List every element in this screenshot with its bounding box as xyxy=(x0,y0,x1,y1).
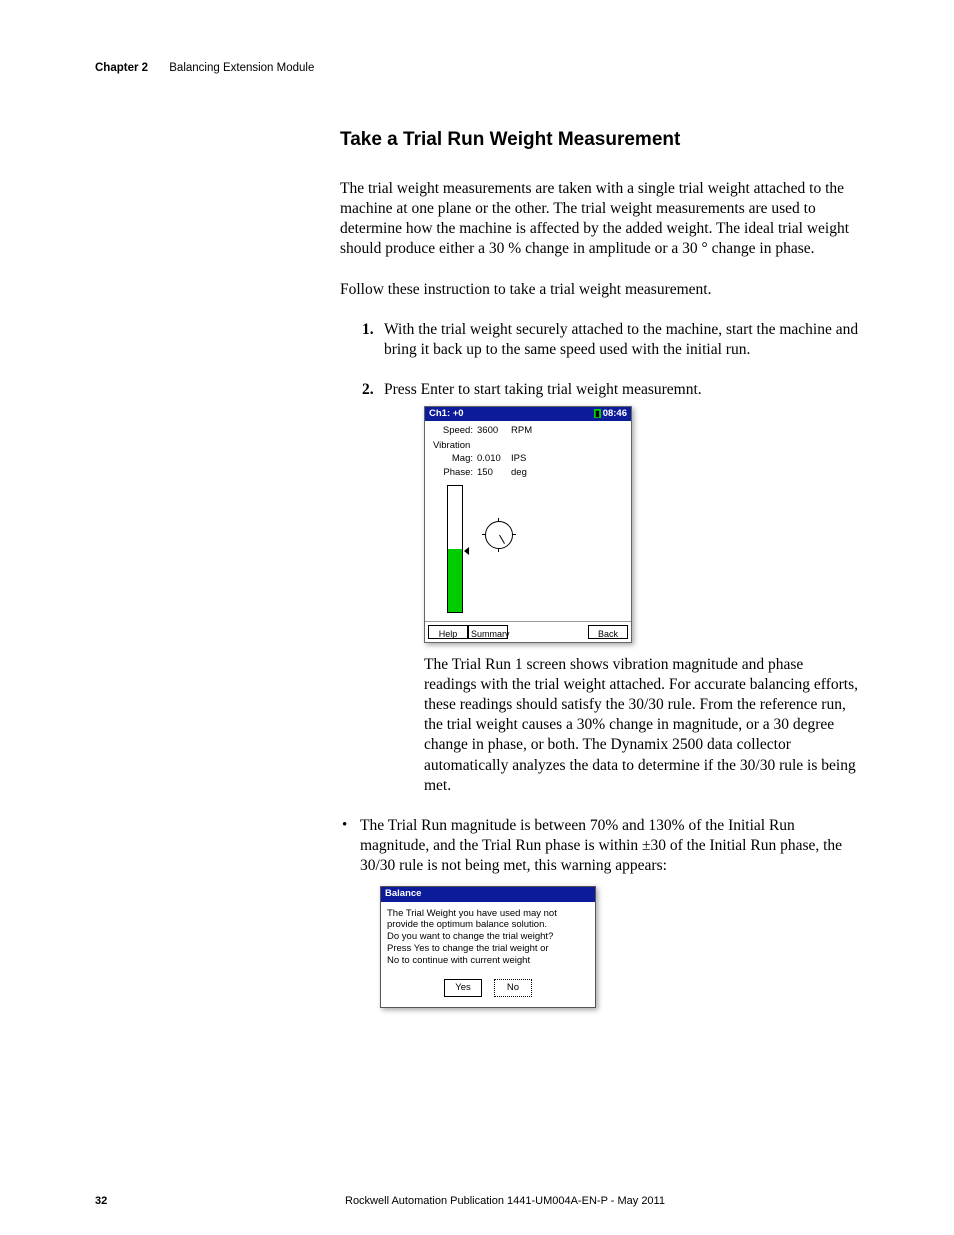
magnitude-bar-fill xyxy=(448,549,462,612)
bullet-item: • The Trial Run magnitude is between 70%… xyxy=(360,816,859,1008)
chapter-label: Chapter 2 xyxy=(95,62,148,74)
step-text: Press Enter to start taking trial weight… xyxy=(384,381,702,398)
intro-paragraph: The trial weight measurements are taken … xyxy=(340,179,859,260)
mag-value: 0.010 xyxy=(477,453,511,465)
mag-unit: IPS xyxy=(511,453,541,465)
window-titlebar: Ch1: +0 ▮08:46 xyxy=(425,407,631,421)
dialog-body: The Trial Weight you have used may not p… xyxy=(381,902,595,969)
step-number: 1. xyxy=(362,320,374,340)
trial-run-description: The Trial Run 1 screen shows vibration m… xyxy=(424,655,859,796)
body-content: The trial weight measurements are taken … xyxy=(340,179,859,796)
readings-area: Speed: 3600 RPM Vibration Mag: 0.010 IPS… xyxy=(425,421,631,620)
softkey-bar: Help Summary Back xyxy=(425,621,631,642)
dialog-button-row: Yes No xyxy=(381,969,595,1007)
summary-button[interactable]: Summary xyxy=(468,625,508,639)
device-screenshot-trial-run: Ch1: +0 ▮08:46 Speed: 3600 RPM Vibration xyxy=(424,406,632,643)
vibration-label: Vibration xyxy=(433,440,625,452)
speed-unit: RPM xyxy=(511,425,541,437)
section-heading: Take a Trial Run Weight Measurement xyxy=(340,129,859,151)
step-number: 2. xyxy=(362,380,374,400)
titlebar-time: ▮08:46 xyxy=(594,408,627,420)
titlebar-left: Ch1: +0 xyxy=(429,408,464,420)
chapter-title: Balancing Extension Module xyxy=(169,62,314,74)
speed-label: Speed: xyxy=(431,425,477,437)
back-button[interactable]: Back xyxy=(588,625,628,639)
step-1: 1. With the trial weight securely attach… xyxy=(362,320,859,360)
help-button[interactable]: Help xyxy=(428,625,468,639)
yes-button[interactable]: Yes xyxy=(444,979,482,997)
step-list: 1. With the trial weight securely attach… xyxy=(340,320,859,796)
phase-polar-plot xyxy=(485,521,513,549)
battery-icon: ▮ xyxy=(594,409,600,418)
speed-value: 3600 xyxy=(477,425,511,437)
step-text: With the trial weight securely attached … xyxy=(384,321,858,358)
plot-area xyxy=(431,483,625,617)
phase-label: Phase: xyxy=(431,467,477,479)
phase-unit: deg xyxy=(511,467,541,479)
balance-warning-dialog: Balance The Trial Weight you have used m… xyxy=(380,886,596,1008)
publication-info: Rockwell Automation Publication 1441-UM0… xyxy=(345,1195,859,1207)
bullet-text: The Trial Run magnitude is between 70% a… xyxy=(360,817,842,874)
magnitude-bar xyxy=(447,485,463,613)
follow-paragraph: Follow these instruction to take a trial… xyxy=(340,280,859,300)
document-page: Chapter 2 Balancing Extension Module Tak… xyxy=(0,0,954,1048)
dialog-titlebar: Balance xyxy=(381,887,595,901)
page-header: Chapter 2 Balancing Extension Module xyxy=(95,62,859,74)
step-2: 2. Press Enter to start taking trial wei… xyxy=(362,380,859,796)
bullet-dot-icon: • xyxy=(342,816,347,836)
bar-pointer-icon xyxy=(464,547,469,555)
page-footer: 32 Rockwell Automation Publication 1441-… xyxy=(95,1195,859,1207)
page-number: 32 xyxy=(95,1195,345,1207)
no-button[interactable]: No xyxy=(494,979,532,997)
phase-value: 150 xyxy=(477,467,511,479)
mag-label: Mag: xyxy=(431,453,477,465)
dialog-title: Balance xyxy=(385,888,421,900)
